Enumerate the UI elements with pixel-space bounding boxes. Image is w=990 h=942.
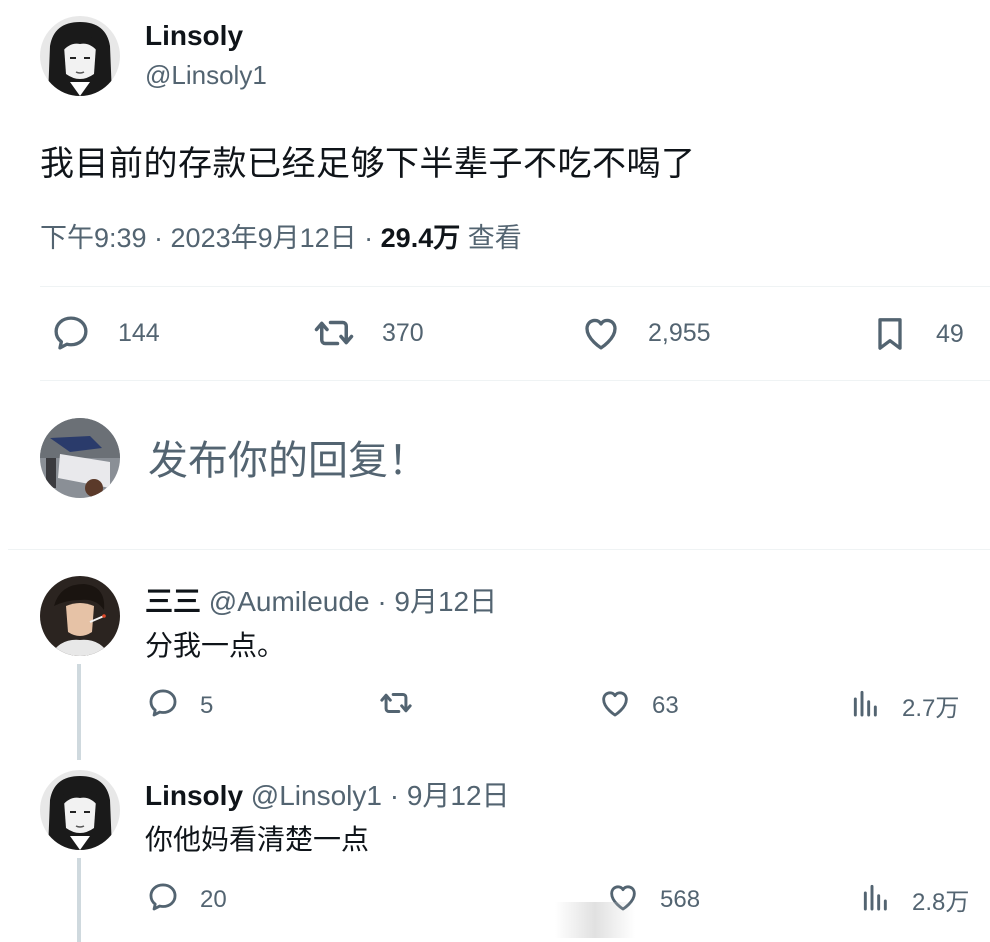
reply-count: 20 [200,885,227,913]
heart-icon [580,312,622,354]
divider-bottom [40,380,990,381]
like-button[interactable]: 2,955 [580,312,711,354]
reply-count: 144 [118,318,160,347]
reply-text: 你他妈看清楚一点 [145,824,370,855]
reply-button[interactable]: 20 [146,880,227,919]
heart-icon [598,686,632,725]
like-button[interactable]: 63 [598,686,679,725]
retweet-button[interactable]: 370 [312,312,424,354]
current-user-avatar [40,418,120,498]
reply-date[interactable]: · 9月12日 [377,586,497,617]
thread-line [77,664,81,760]
reply-date[interactable]: · 9月12日 [390,780,510,811]
tweet-meta: 下午9:39 · 2023年9月12日 · 29.4万 查看 [40,216,522,255]
like-count: 2,955 [648,318,711,347]
retweet-icon [378,686,414,725]
reply-author-handle[interactable]: @Linsoly1 [251,780,382,811]
author-name[interactable]: Linsoly [145,20,243,52]
reply-icon [146,880,180,919]
reply-header: 三三 @Aumileude · 9月12日 [145,580,497,620]
reply-avatar[interactable] [40,770,120,850]
like-count: 568 [660,885,701,913]
retweet-count: 370 [382,318,424,347]
views-count: 2.8万 [912,889,970,916]
author-avatar[interactable] [40,16,120,96]
views-label: 查看 [460,223,522,253]
views-count[interactable]: 29.4万 [381,223,461,253]
reply-count: 5 [200,691,214,719]
views-icon [860,880,892,919]
watermark [555,902,635,938]
retweet-button[interactable] [378,686,434,725]
reply-author-name[interactable]: 三三 [145,586,201,617]
reply-avatar[interactable] [40,576,120,656]
views-icon [850,686,882,725]
reply-icon [146,686,180,725]
reply-author-handle[interactable]: @Aumileude [209,586,370,617]
reply-author-name[interactable]: Linsoly [145,780,243,811]
bookmark-button[interactable]: 49 [870,312,964,356]
views-button[interactable]: 2.8万 [860,880,969,919]
reply-header: Linsoly @Linsoly1 · 9月12日 [145,774,510,814]
reply-button[interactable]: 144 [50,312,160,354]
views-button[interactable]: 2.7万 [850,686,959,725]
thread-line [77,858,81,942]
like-count: 63 [652,691,679,719]
tweet-text: 我目前的存款已经足够下半辈子不吃不喝了 [40,145,696,183]
tweet-timestamp[interactable]: 下午9:39 · 2023年9月12日 · [40,223,381,253]
divider-top [40,286,990,287]
section-divider [8,549,990,550]
reply-icon [50,312,92,354]
views-count: 2.7万 [902,695,960,722]
bookmark-count: 49 [936,319,964,348]
bookmark-icon [870,312,910,356]
reply-text: 分我一点。 [145,630,286,661]
author-handle[interactable]: @Linsoly1 [145,60,267,91]
retweet-icon [312,312,356,354]
reply-input[interactable]: 发布你的回复！ [148,428,428,486]
reply-button[interactable]: 5 [146,686,213,725]
